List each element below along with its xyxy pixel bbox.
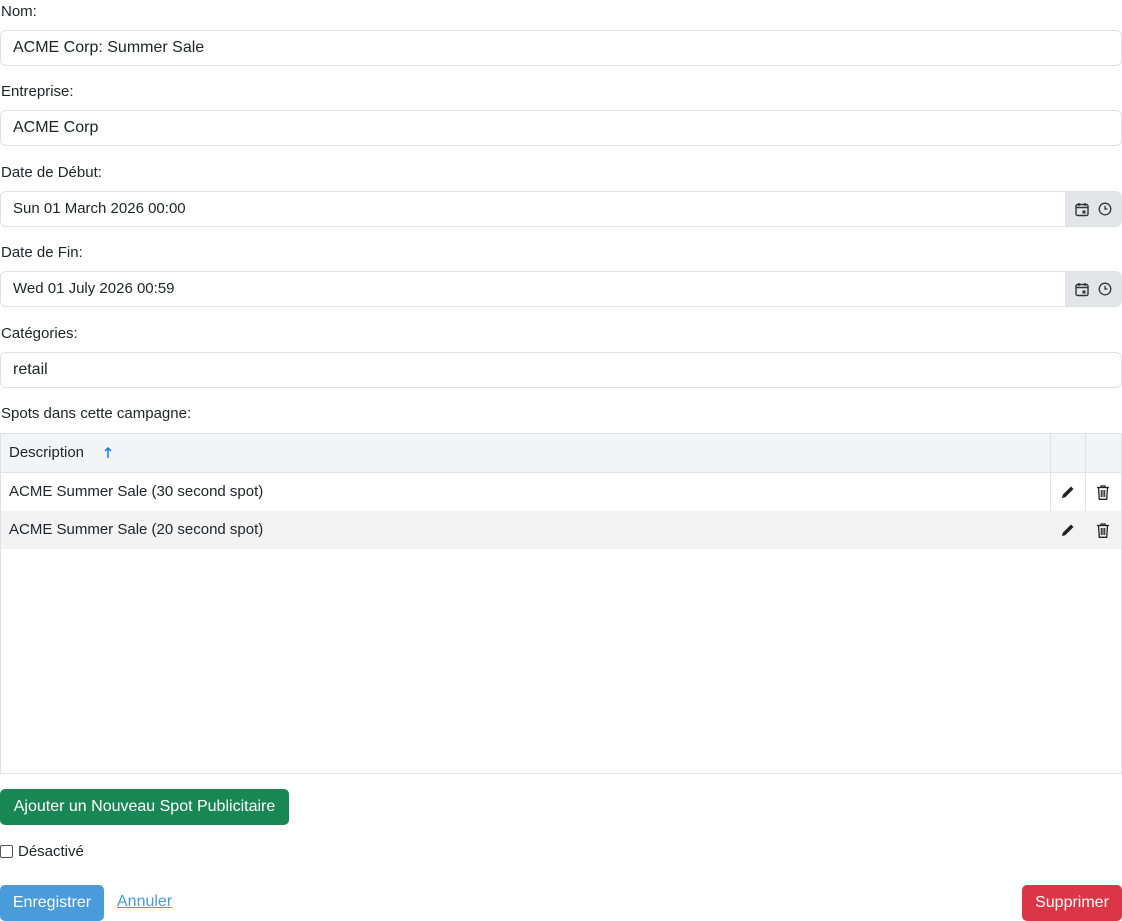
pencil-icon[interactable] <box>1050 473 1085 511</box>
company-label: Entreprise: <box>1 83 74 100</box>
pencil-icon[interactable] <box>1050 511 1085 549</box>
name-input[interactable]: ACME Corp: Summer Sale <box>0 30 1122 66</box>
spot-description: ACME Summer Sale (30 second spot) <box>9 483 264 500</box>
start-date-value[interactable]: Sun 01 March 2026 00:00 <box>13 192 186 226</box>
table-row: ACME Summer Sale (30 second spot) <box>1 473 1121 511</box>
table-row: ACME Summer Sale (20 second spot) <box>1 511 1121 549</box>
delete-button[interactable]: Supprimer <box>1022 885 1122 921</box>
clock-icon[interactable] <box>1094 198 1116 220</box>
add-spot-button[interactable]: Ajouter un Nouveau Spot Publicitaire <box>0 789 289 825</box>
disabled-label[interactable]: Désactivé <box>18 843 84 860</box>
clock-icon[interactable] <box>1094 278 1116 300</box>
campaign-edit-form: Nom: ACME Corp: Summer Sale Entreprise: … <box>0 0 1122 921</box>
end-date-field[interactable]: Wed 01 July 2026 00:59 <box>0 271 1122 307</box>
spots-table: Description ACME Summer Sale (30 second … <box>0 433 1122 774</box>
end-date-value[interactable]: Wed 01 July 2026 00:59 <box>13 272 175 306</box>
spots-label: Spots dans cette campagne: <box>1 405 192 422</box>
disabled-checkbox-row: Désactivé <box>0 842 84 860</box>
end-date-label: Date de Fin: <box>1 244 83 261</box>
start-date-label: Date de Début: <box>1 164 102 181</box>
start-date-field[interactable]: Sun 01 March 2026 00:00 <box>0 191 1122 227</box>
categories-label: Catégories: <box>1 325 78 342</box>
end-date-picker-buttons <box>1065 272 1121 306</box>
calendar-icon[interactable] <box>1071 198 1093 220</box>
spot-description: ACME Summer Sale (20 second spot) <box>9 521 264 538</box>
start-date-picker-buttons <box>1065 192 1121 226</box>
categories-input[interactable]: retail <box>0 352 1122 388</box>
trash-icon[interactable] <box>1085 473 1120 511</box>
company-input[interactable]: ACME Corp <box>0 110 1122 146</box>
name-label: Nom: <box>1 3 37 20</box>
column-header-description[interactable]: Description <box>9 434 84 472</box>
spots-table-header: Description <box>1 434 1121 473</box>
disabled-checkbox[interactable] <box>0 844 13 858</box>
cancel-link[interactable]: Annuler <box>117 893 172 911</box>
arrow-up-icon[interactable] <box>101 444 115 462</box>
save-button[interactable]: Enregistrer <box>0 885 104 921</box>
calendar-icon[interactable] <box>1071 278 1093 300</box>
trash-icon[interactable] <box>1085 511 1120 549</box>
